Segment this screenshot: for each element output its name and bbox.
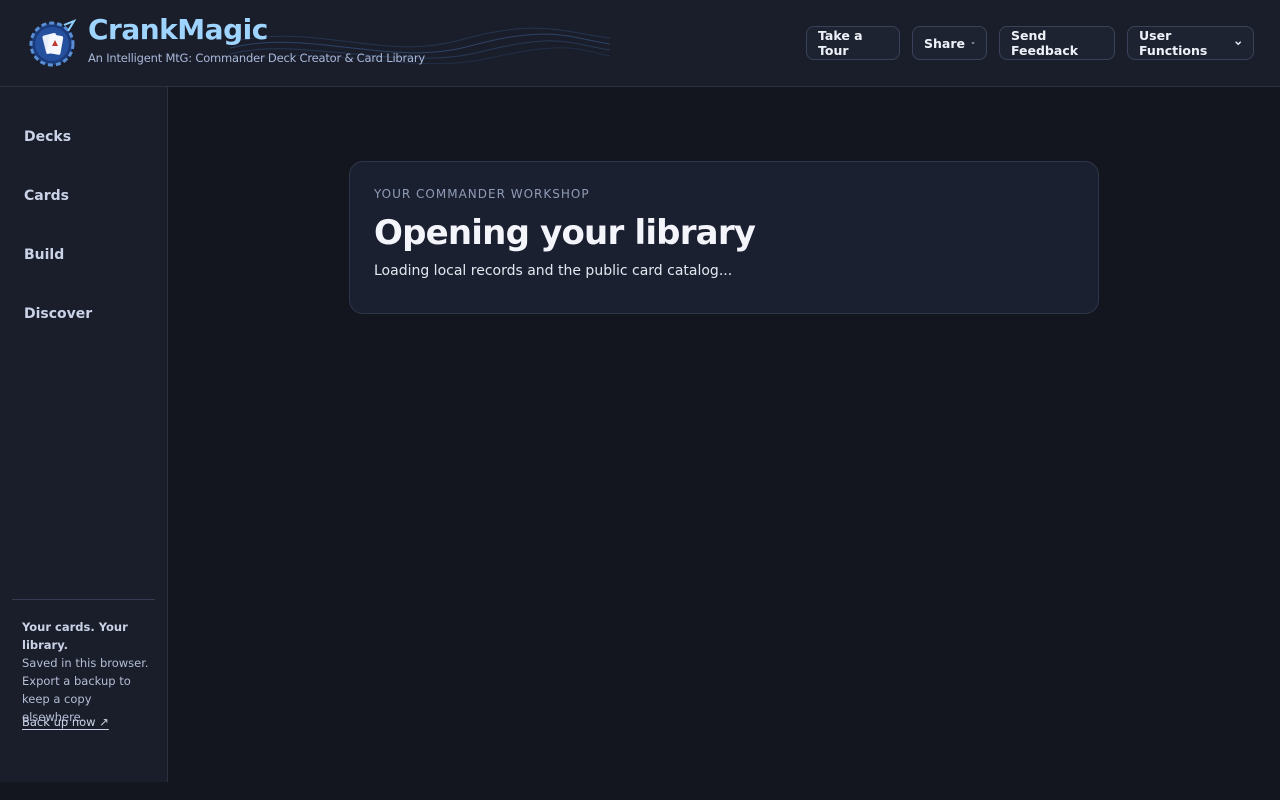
take-a-tour-button[interactable]: Take a Tour — [806, 26, 900, 60]
page-title: Opening your library — [374, 213, 756, 253]
back-up-now-link[interactable]: Back up now ↗ — [22, 715, 109, 729]
brand-title: CrankMagic — [88, 13, 268, 46]
send-feedback-button[interactable]: Send Feedback — [999, 26, 1115, 60]
share-label: Share — [924, 35, 965, 51]
storage-note-body: Saved in this browser. Export a backup t… — [22, 656, 149, 724]
loading-status: Loading local records and the public car… — [374, 263, 733, 279]
sidebar-item-discover[interactable]: Discover — [24, 306, 92, 322]
take-a-tour-label: Take a Tour — [818, 28, 863, 58]
main-content: YOUR COMMANDER WORKSHOP Opening your lib… — [168, 87, 1280, 782]
storage-note-title: Your cards. Your library. — [22, 620, 128, 652]
sidebar-item-cards[interactable]: Cards — [24, 188, 69, 204]
send-feedback-label: Send Feedback — [1011, 28, 1079, 58]
app-header: CrankMagic An Intelligent MtG: Commander… — [0, 0, 1280, 87]
sidebar-divider — [12, 599, 155, 600]
sidebar: Decks Cards Build Discover Your cards. Y… — [0, 87, 168, 782]
chevron-down-icon — [971, 42, 975, 45]
user-functions-label: User Functions — [1139, 28, 1208, 58]
sidebar-item-build[interactable]: Build — [24, 247, 64, 263]
share-button[interactable]: Share — [912, 26, 987, 60]
storage-note: Your cards. Your library. Saved in this … — [22, 618, 150, 726]
loading-card: YOUR COMMANDER WORKSHOP Opening your lib… — [349, 161, 1099, 314]
crank-magic-logo[interactable] — [26, 17, 78, 69]
user-functions-button[interactable]: User Functions — [1127, 26, 1254, 60]
sidebar-item-decks[interactable]: Decks — [24, 129, 71, 145]
workshop-eyebrow: YOUR COMMANDER WORKSHOP — [374, 187, 590, 201]
decorative-waves — [230, 27, 610, 65]
chevron-down-icon — [1234, 41, 1241, 46]
brand-subtitle: An Intelligent MtG: Commander Deck Creat… — [88, 51, 426, 65]
